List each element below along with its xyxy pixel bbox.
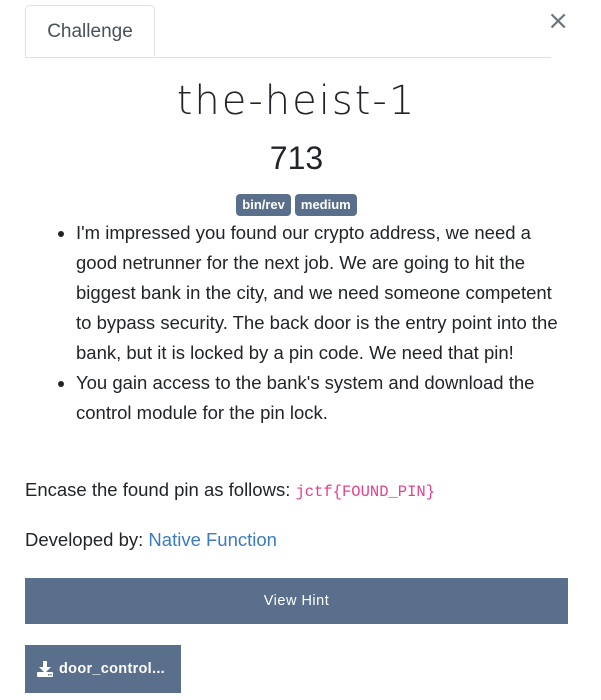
flag-format-label: Encase the found pin as follows: xyxy=(25,479,296,500)
description-item: You gain access to the bank's system and… xyxy=(76,368,570,428)
tab-challenge[interactable]: Challenge xyxy=(25,5,155,57)
flag-format-line: Encase the found pin as follows: jctf{FO… xyxy=(25,479,435,501)
description-item: I'm impressed you found our crypto addre… xyxy=(76,218,570,368)
tag-badge-difficulty: medium xyxy=(294,194,357,216)
challenge-title: the-heist-1 xyxy=(176,78,417,124)
close-icon[interactable]: × xyxy=(547,8,569,34)
view-hint-label: View Hint xyxy=(263,593,330,609)
challenge-tags: bin/rev medium xyxy=(0,194,593,216)
developer-link[interactable]: Native Function xyxy=(148,529,277,550)
challenge-modal: Challenge × the-heist-1 713 bin/rev medi… xyxy=(0,0,601,700)
tab-bar: Challenge xyxy=(25,0,551,58)
developer-line: Developed by: Native Function xyxy=(25,529,277,551)
challenge-points: 713 xyxy=(269,140,324,176)
developer-label: Developed by: xyxy=(25,529,149,550)
download-file-button[interactable]: door_control... xyxy=(25,645,181,693)
challenge-description: I'm impressed you found our crypto addre… xyxy=(30,218,570,428)
tag-badge-category: bin/rev xyxy=(236,194,291,216)
flag-format-code: jctf{FOUND_PIN} xyxy=(295,483,436,501)
view-hint-button[interactable]: View Hint xyxy=(25,578,568,624)
download-icon xyxy=(36,660,54,678)
tab-challenge-label: Challenge xyxy=(47,21,133,42)
file-name-label: door_control... xyxy=(59,661,165,677)
